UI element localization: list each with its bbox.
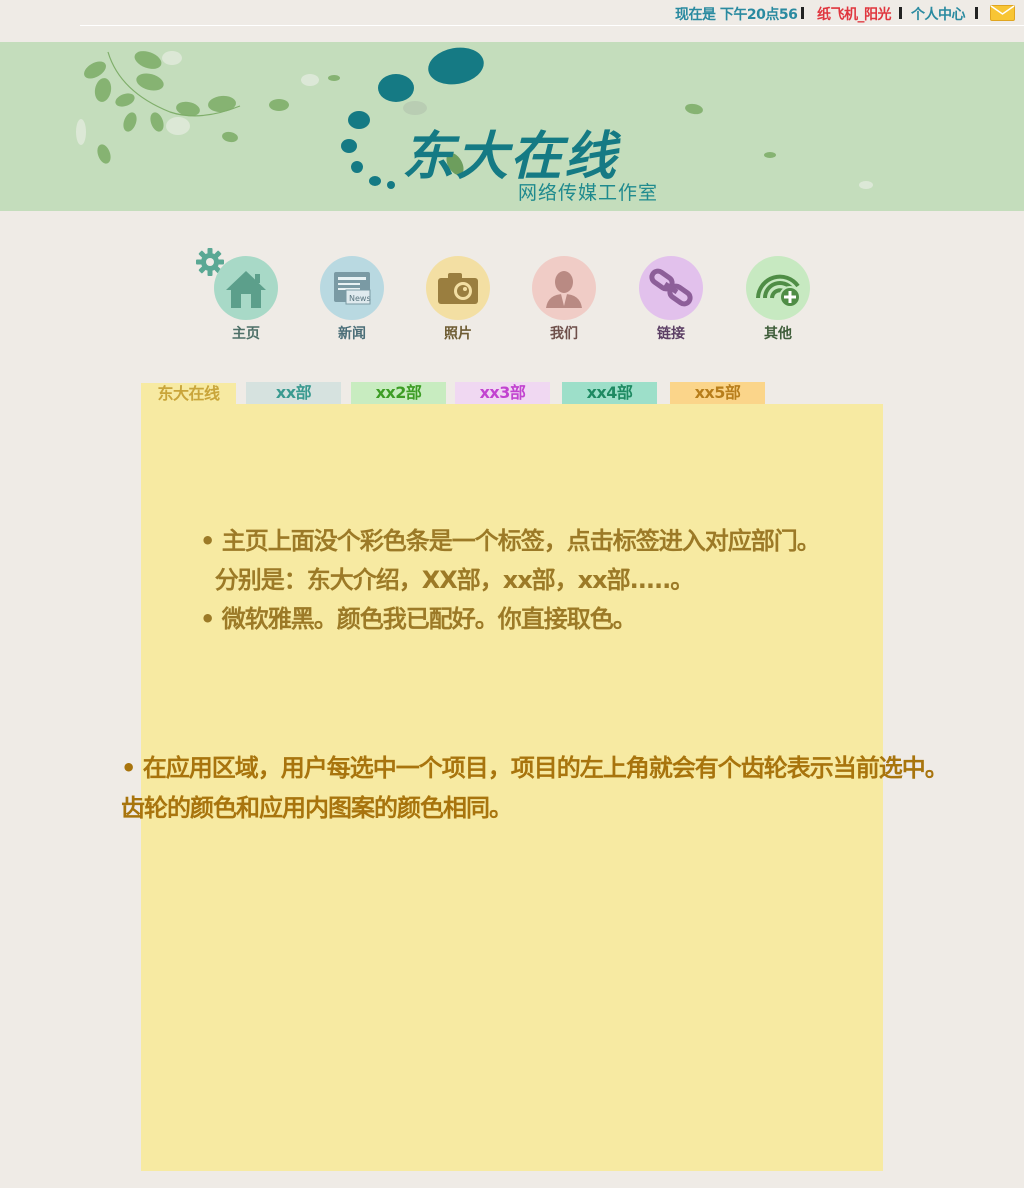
nav-item-links[interactable]: 链接 <box>631 246 711 346</box>
current-time: 现在是 下午20点56 <box>675 7 798 23</box>
svg-text:News: News <box>349 294 371 303</box>
note-line: 齿轮的颜色和应用内图案的颜色相同。 <box>121 794 513 822</box>
nav-item-home[interactable]: 主页 <box>196 246 286 346</box>
nav-item-news[interactable]: News 新闻 <box>312 246 392 346</box>
nav-label: 我们 <box>550 326 578 342</box>
personal-center-link[interactable]: 个人中心 <box>911 4 966 24</box>
note-line: • 在应用区域，用户每选中一个项目，项目的左上角就会有个齿轮表示当前选中。 <box>121 754 949 782</box>
add-signal-icon <box>746 256 810 320</box>
username-link[interactable]: 纸飞机_阳光 <box>817 4 892 24</box>
header-banner: 东大在线 网络传媒工作室 <box>0 42 1024 211</box>
separator <box>975 7 978 19</box>
camera-icon <box>426 256 490 320</box>
home-icon <box>214 256 278 320</box>
note-line: • 主页上面没个彩色条是一个标签，点击标签进入对应部门。 <box>200 527 821 555</box>
tab-xx3[interactable]: xx3部 <box>455 382 550 404</box>
instruction-notes: • 主页上面没个彩色条是一个标签，点击标签进入对应部门。 分别是：东大介绍，XX… <box>200 522 821 639</box>
note-line: • 微软雅黑。颜色我已配好。你直接取色。 <box>200 605 637 633</box>
nav-label: 其他 <box>764 326 792 342</box>
nav-label: 主页 <box>232 326 260 342</box>
separator <box>801 7 804 19</box>
app-nav: 主页 News 新闻 照片 我们 链接 其他 <box>0 246 1024 356</box>
tab-xx4[interactable]: xx4部 <box>562 382 657 404</box>
tab-xx5[interactable]: xx5部 <box>670 382 765 404</box>
separator <box>899 7 902 19</box>
person-icon <box>532 256 596 320</box>
tab-xx2[interactable]: xx2部 <box>351 382 446 404</box>
top-divider <box>80 25 1024 26</box>
nav-label: 新闻 <box>338 326 366 342</box>
nav-label: 照片 <box>444 326 472 342</box>
nav-item-other[interactable]: 其他 <box>738 246 818 346</box>
nav-label: 链接 <box>657 326 685 342</box>
nav-item-about[interactable]: 我们 <box>524 246 604 346</box>
link-icon <box>639 256 703 320</box>
note-line: 分别是：东大介绍，XX部，xx部，xx部.....。 <box>200 566 695 594</box>
selection-notes: • 在应用区域，用户每选中一个项目，项目的左上角就会有个齿轮表示当前选中。 齿轮… <box>121 748 949 828</box>
nav-item-photos[interactable]: 照片 <box>418 246 498 346</box>
tab-dongda-online[interactable]: 东大在线 <box>141 383 236 406</box>
news-icon: News <box>320 256 384 320</box>
site-logo-subtitle: 网络传媒工作室 <box>518 182 659 204</box>
mail-envelope-icon[interactable] <box>990 5 1015 21</box>
tab-xx[interactable]: xx部 <box>246 382 341 404</box>
top-bar: 现在是 下午20点56 纸飞机_阳光 个人中心 <box>0 0 1024 26</box>
